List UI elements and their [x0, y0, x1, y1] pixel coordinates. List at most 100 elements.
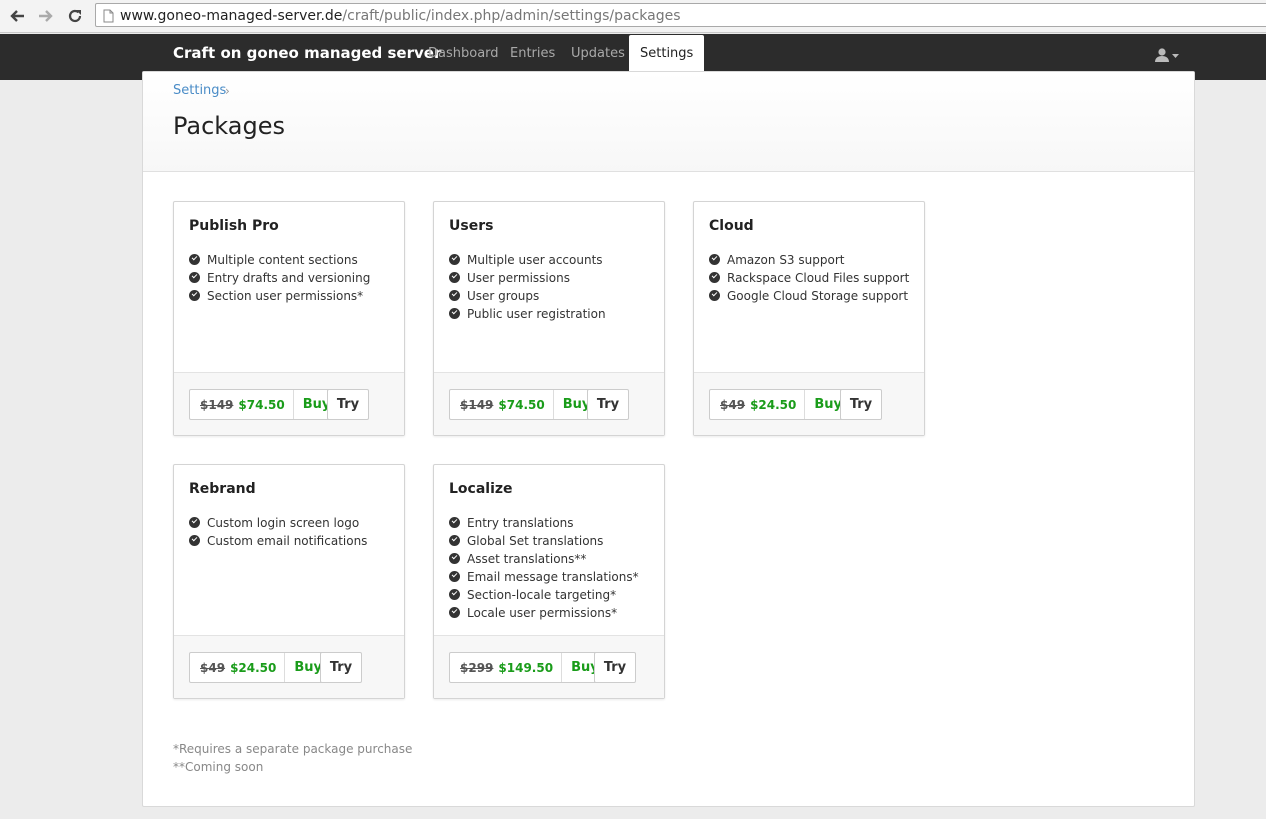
check-icon	[189, 535, 200, 546]
feature-item: Email message translations*	[449, 568, 639, 586]
check-icon	[449, 272, 460, 283]
try-button[interactable]: Try	[320, 652, 362, 683]
buy-button[interactable]: $49 $24.50 Buy	[709, 389, 853, 420]
package-card-cloud: Cloud Amazon S3 support Rackspace Cloud …	[693, 201, 925, 436]
check-icon	[709, 254, 720, 265]
feature-list: Custom login screen logo Custom email no…	[189, 514, 367, 550]
feature-label: Custom email notifications	[207, 534, 368, 548]
buy-button[interactable]: $299 $149.50 Buy	[449, 652, 609, 683]
page-title: Packages	[173, 112, 285, 140]
check-icon	[709, 290, 720, 301]
breadcrumb-settings[interactable]: Settings	[173, 83, 226, 98]
feature-label: Multiple user accounts	[467, 253, 603, 267]
old-price: $49	[200, 660, 226, 675]
package-card-users: Users Multiple user accounts User permis…	[433, 201, 665, 436]
feature-label: Entry translations	[467, 516, 574, 530]
package-name: Publish Pro	[189, 218, 279, 234]
breadcrumb-separator: ›	[225, 84, 230, 98]
feature-item: Section user permissions*	[189, 287, 370, 305]
check-icon	[449, 571, 460, 582]
check-icon	[189, 290, 200, 301]
feature-item: Global Set translations	[449, 532, 639, 550]
package-card-publish-pro: Publish Pro Multiple content sections En…	[173, 201, 405, 436]
tab-updates[interactable]: Updates	[571, 46, 625, 61]
package-footer: $149 $74.50 Buy Try	[434, 372, 664, 435]
feature-item: Section-locale targeting*	[449, 586, 639, 604]
package-footer: $149 $74.50 Buy Try	[174, 372, 404, 435]
back-arrow-icon[interactable]	[7, 6, 27, 26]
try-button[interactable]: Try	[587, 389, 629, 420]
user-icon	[1155, 48, 1179, 62]
check-icon	[189, 517, 200, 528]
feature-label: Locale user permissions*	[467, 606, 618, 620]
feature-label: Custom login screen logo	[207, 516, 360, 530]
feature-item: Asset translations**	[449, 550, 639, 568]
feature-label: Multiple content sections	[207, 253, 358, 267]
check-icon	[449, 535, 460, 546]
try-button[interactable]: Try	[840, 389, 882, 420]
sale-price: $24.50	[230, 660, 277, 675]
try-button[interactable]: Try	[594, 652, 636, 683]
tab-settings[interactable]: Settings	[629, 35, 705, 72]
feature-item: Entry drafts and versioning	[189, 269, 370, 287]
try-button[interactable]: Try	[327, 389, 369, 420]
browser-toolbar: www.goneo-managed-server.de/craft/public…	[0, 0, 1266, 33]
old-price: $149	[200, 397, 234, 412]
feature-label: Asset translations**	[467, 552, 587, 566]
feature-label: Section user permissions*	[207, 289, 364, 303]
reload-icon[interactable]	[65, 6, 85, 26]
buy-button[interactable]: $149 $74.50 Buy	[449, 389, 601, 420]
feature-label: Google Cloud Storage support	[727, 289, 909, 303]
site-name[interactable]: Craft on goneo managed server	[173, 44, 441, 62]
feature-label: Amazon S3 support	[727, 253, 845, 267]
content-panel: Settings › Packages Publish Pro Multiple…	[142, 71, 1195, 807]
feature-item: Locale user permissions*	[449, 604, 639, 622]
feature-label: Global Set translations	[467, 534, 604, 548]
feature-item: Entry translations	[449, 514, 639, 532]
feature-list: Multiple content sections Entry drafts a…	[189, 251, 370, 305]
old-price: $149	[460, 397, 494, 412]
address-bar[interactable]: www.goneo-managed-server.de/craft/public…	[95, 3, 1266, 27]
feature-label: Entry drafts and versioning	[207, 271, 371, 285]
tab-dashboard[interactable]: Dashboard	[428, 46, 499, 61]
feature-item: Multiple content sections	[189, 251, 370, 269]
feature-item: Public user registration	[449, 305, 606, 323]
old-price: $299	[460, 660, 494, 675]
tab-entries[interactable]: Entries	[510, 46, 555, 61]
url-host: www.goneo-managed-server.de	[120, 8, 343, 24]
user-menu[interactable]	[1154, 46, 1180, 64]
feature-item: Rackspace Cloud Files support	[709, 269, 909, 287]
feature-item: Google Cloud Storage support	[709, 287, 909, 305]
check-icon	[189, 272, 200, 283]
check-icon	[449, 308, 460, 319]
buy-button[interactable]: $149 $74.50 Buy	[189, 389, 341, 420]
package-name: Localize	[449, 481, 513, 497]
forward-arrow-icon[interactable]	[36, 6, 56, 26]
check-icon	[449, 254, 460, 265]
feature-item: User groups	[449, 287, 606, 305]
check-icon	[189, 254, 200, 265]
package-footer: $299 $149.50 Buy Try	[434, 635, 664, 698]
package-card-localize: Localize Entry translations Global Set t…	[433, 464, 665, 699]
check-icon	[709, 272, 720, 283]
check-icon	[449, 517, 460, 528]
sale-price: $149.50	[498, 660, 554, 675]
sale-price: $24.50	[750, 397, 797, 412]
buy-button[interactable]: $49 $24.50 Buy	[189, 652, 333, 683]
package-card-rebrand: Rebrand Custom login screen logo Custom …	[173, 464, 405, 699]
feature-item: User permissions	[449, 269, 606, 287]
check-icon	[449, 589, 460, 600]
feature-list: Amazon S3 support Rackspace Cloud Files …	[709, 251, 909, 305]
check-icon	[449, 290, 460, 301]
footnote-coming-soon: **Coming soon	[173, 760, 264, 774]
page-header: Settings › Packages	[143, 72, 1194, 172]
package-name: Users	[449, 218, 494, 234]
feature-label: Section-locale targeting*	[467, 588, 617, 602]
old-price: $49	[720, 397, 746, 412]
feature-label: User permissions	[467, 271, 570, 285]
feature-item: Amazon S3 support	[709, 251, 909, 269]
sale-price: $74.50	[498, 397, 545, 412]
check-icon	[449, 553, 460, 564]
package-name: Rebrand	[189, 481, 256, 497]
page-icon	[103, 8, 114, 27]
